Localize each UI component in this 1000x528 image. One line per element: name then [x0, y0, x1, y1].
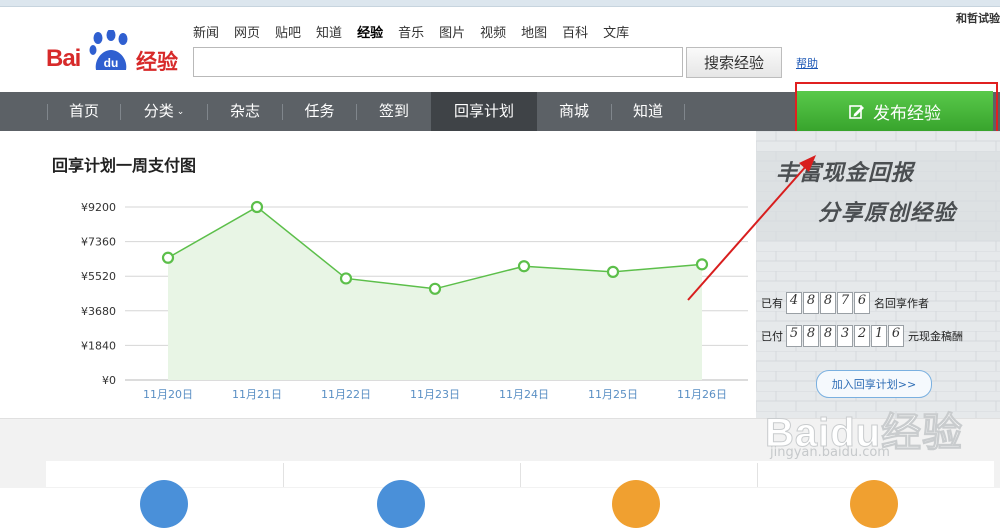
- user-name-link[interactable]: 和哲试验: [956, 10, 1000, 26]
- main-nav-magazine-label: 杂志: [229, 102, 260, 120]
- digit: 4: [786, 292, 802, 314]
- publish-experience-button[interactable]: 发布经验: [797, 91, 993, 132]
- nav-link-jingyan[interactable]: 经验: [357, 22, 383, 42]
- nav-link-web[interactable]: 网页: [234, 22, 260, 42]
- y-tick-label: ¥5520: [81, 270, 116, 283]
- join-huixiang-button[interactable]: 加入回享计划>>: [816, 370, 932, 398]
- digit: 7: [837, 292, 853, 314]
- paw-icon: du: [89, 30, 128, 70]
- promo-slogan-line1: 丰富现金回报: [776, 160, 915, 186]
- logo-jingyan-text: 经验: [136, 50, 178, 74]
- logo-du-text: du: [104, 56, 119, 70]
- digit: 8: [803, 325, 819, 347]
- digit: 6: [888, 325, 904, 347]
- browser-top-border: [0, 0, 1000, 7]
- chevron-down-icon: ⌄: [176, 107, 185, 117]
- main-nav-mall[interactable]: 商城: [537, 92, 611, 131]
- payment-area-chart: ¥0 ¥1840 ¥3680 ¥5520 ¥7360 ¥9200 11月20日 11月21日 1…: [81, 200, 748, 401]
- feature-circle-icon[interactable]: [612, 480, 660, 528]
- nav-link-baike[interactable]: 百科: [562, 22, 588, 42]
- nav-link-tieba[interactable]: 贴吧: [275, 22, 301, 42]
- nav-link-music[interactable]: 音乐: [398, 22, 424, 42]
- paid-counter: 已付 5 8 8 3 2 1 6 元现金稿酬: [761, 325, 963, 347]
- nav-link-wenku[interactable]: 文库: [603, 22, 629, 42]
- feature-circle-icon[interactable]: [850, 480, 898, 528]
- x-tick-label: 11月25日: [588, 388, 638, 401]
- main-nav-huixiang-label: 回享计划: [453, 102, 514, 120]
- publish-button-label: 发布经验: [873, 104, 941, 124]
- x-tick-label: 11月24日: [499, 388, 549, 401]
- main-nav-category[interactable]: 分类 ⌄: [121, 92, 207, 131]
- main-nav-category-label: 分类: [143, 102, 174, 120]
- author-counter-digits: 4 8 8 7 6: [786, 292, 871, 314]
- digit: 6: [854, 292, 870, 314]
- paid-counter-digits: 5 8 8 3 2 1 6: [786, 325, 905, 347]
- main-nav-magazine[interactable]: 杂志: [208, 92, 282, 131]
- main-nav-home-label: 首页: [68, 102, 99, 120]
- digit: 8: [820, 325, 836, 347]
- digit: 1: [871, 325, 887, 347]
- main-nav-zhidao[interactable]: 知道: [612, 92, 684, 131]
- promo-slogan-line2: 分享原创经验: [818, 200, 957, 226]
- watermark-url: jingyan.baidu.com: [770, 445, 890, 460]
- x-tick-label: 11月26日: [677, 388, 727, 401]
- logo-bai-text: Bai: [46, 45, 81, 72]
- nav-link-map[interactable]: 地图: [521, 22, 547, 42]
- help-link[interactable]: 帮助: [796, 55, 818, 71]
- data-point: [250, 200, 264, 214]
- data-point: [517, 260, 531, 273]
- main-nav-huixiang[interactable]: 回享计划: [431, 92, 537, 131]
- chart-title: 回享计划一周支付图: [52, 156, 197, 175]
- digit: 3: [837, 325, 853, 347]
- nav-link-news[interactable]: 新闻: [193, 22, 219, 42]
- main-nav-tasks[interactable]: 任务: [283, 92, 356, 131]
- nav-separator: [684, 104, 685, 120]
- edit-icon: [849, 104, 864, 119]
- digit: 2: [854, 325, 870, 347]
- author-counter-prefix: 已有: [761, 297, 783, 310]
- nav-link-zhidao[interactable]: 知道: [316, 22, 342, 42]
- search-input[interactable]: [193, 47, 683, 77]
- data-point: [695, 258, 709, 271]
- data-point: [428, 282, 442, 295]
- search-button[interactable]: 搜索经验: [686, 47, 782, 78]
- main-nav-checkin[interactable]: 签到: [357, 92, 431, 131]
- main-nav-home[interactable]: 首页: [48, 92, 120, 131]
- huixiang-promo-panel: 丰富现金回报 分享原创经验 已有 4 8 8 7 6 名回享作者 已付 5 8 …: [756, 131, 1000, 421]
- main-nav-zhidao-label: 知道: [632, 102, 663, 120]
- y-tick-label: ¥1840: [81, 339, 116, 352]
- data-point: [606, 265, 620, 278]
- x-tick-label: 11月21日: [232, 388, 282, 401]
- digit: 8: [803, 292, 819, 314]
- x-tick-label: 11月23日: [410, 388, 460, 401]
- digit: 8: [820, 292, 836, 314]
- baidu-jingyan-logo[interactable]: Bai du 经验: [46, 30, 184, 76]
- author-counter: 已有 4 8 8 7 6 名回享作者: [761, 292, 929, 314]
- y-tick-label: ¥7360: [81, 236, 116, 249]
- nav-link-video[interactable]: 视频: [480, 22, 506, 42]
- y-tick-label: ¥0: [102, 374, 116, 387]
- nav-link-images[interactable]: 图片: [439, 22, 465, 42]
- y-tick-label: ¥3680: [81, 305, 116, 318]
- x-tick-label: 11月20日: [143, 388, 193, 401]
- author-counter-suffix: 名回享作者: [874, 297, 929, 310]
- data-point: [161, 251, 175, 264]
- main-nav-checkin-label: 签到: [378, 102, 409, 120]
- top-nav-links: 新闻 网页 贴吧 知道 经验 音乐 图片 视频 地图 百科 文库: [193, 22, 644, 42]
- paid-counter-suffix: 元现金稿酬: [908, 330, 963, 343]
- data-point: [339, 272, 353, 285]
- card-separator: [283, 463, 284, 487]
- y-tick-label: ¥9200: [81, 201, 116, 214]
- x-tick-label: 11月22日: [321, 388, 371, 401]
- digit: 5: [786, 325, 802, 347]
- main-nav-mall-label: 商城: [558, 102, 589, 120]
- feature-circle-icon[interactable]: [377, 480, 425, 528]
- feature-circle-icon[interactable]: [140, 480, 188, 528]
- card-separator: [520, 463, 521, 487]
- paid-counter-prefix: 已付: [761, 330, 783, 343]
- main-nav-tasks-label: 任务: [304, 102, 335, 120]
- card-separator: [757, 463, 758, 487]
